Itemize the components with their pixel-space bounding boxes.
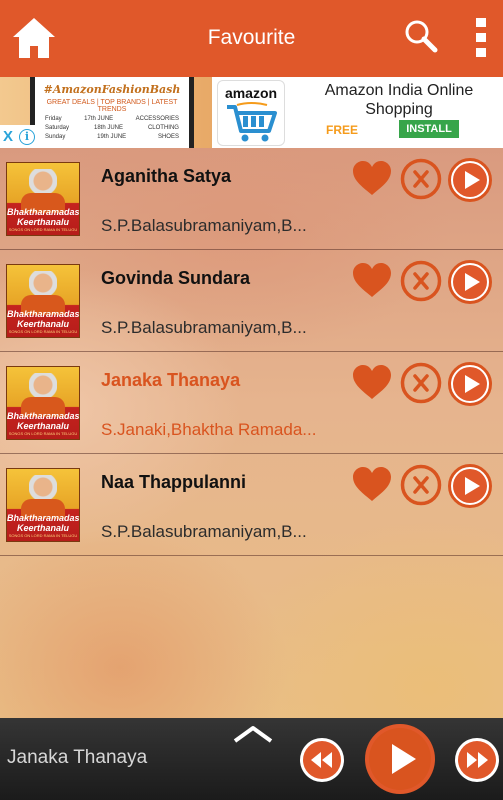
ad-install-button[interactable]: INSTALL [399, 120, 459, 138]
list-item[interactable]: Bhaktharamadasu Keerthanalu SONGS ON LORD… [0, 352, 503, 454]
ad-poster-row: Friday 17th JUNE ACCESSORIES [35, 116, 189, 122]
more-vert-icon [476, 18, 486, 57]
ad-close-icon[interactable]: X [3, 128, 13, 145]
ad-row-category: SHOES [157, 134, 179, 140]
overflow-menu-button[interactable] [473, 16, 489, 58]
song-title: Janaka Thanaya [101, 370, 241, 390]
list-item[interactable]: Bhaktharamadasu Keerthanalu SONGS ON LORD… [0, 250, 503, 352]
search-icon [405, 20, 438, 53]
ad-row-date: 19th JUNE [97, 134, 127, 140]
ad-poster-subtitle: GREAT DEALS | TOP BRANDS | LATEST TRENDS [46, 99, 178, 113]
album-art-title: Bhaktharamadasu Keerthanalu [7, 513, 80, 533]
fast-forward-icon[interactable] [454, 737, 500, 783]
shopping-cart-icon [227, 102, 277, 142]
remove-icon[interactable] [400, 158, 442, 200]
ad-row-date: 18th JUNE [93, 125, 123, 131]
song-artist: S.P.Balasubramaniyam,B... [101, 318, 307, 337]
album-art: Bhaktharamadasu Keerthanalu SONGS ON LORD… [6, 468, 80, 542]
ad-row-category: ACCESSORIES [135, 116, 179, 122]
search-button[interactable] [403, 18, 439, 54]
app-header: Favourite [0, 0, 503, 77]
play-icon[interactable] [448, 158, 492, 202]
song-artist: S.P.Balasubramaniyam,B... [101, 216, 307, 235]
amazon-logo-word: amazon [224, 85, 278, 101]
favourite-heart-icon[interactable] [352, 262, 392, 298]
ad-price-label: FREE [326, 123, 359, 137]
play-pause-icon[interactable] [364, 723, 436, 795]
album-art-tagline: SONGS ON LORD RAMA IN TELUGU [8, 329, 78, 334]
remove-icon[interactable] [400, 260, 442, 302]
ad-row-day: Sunday [45, 134, 66, 140]
remove-icon[interactable] [400, 362, 442, 404]
play-icon[interactable] [448, 362, 492, 406]
album-art-title: Bhaktharamadasu Keerthanalu [7, 207, 80, 227]
amazon-logo: amazon [217, 80, 285, 146]
song-title: Aganitha Satya [101, 166, 232, 186]
album-art-tagline: SONGS ON LORD RAMA IN TELUGU [8, 431, 78, 436]
rewind-icon[interactable] [299, 737, 345, 783]
ad-row-category: CLOTHING [147, 125, 179, 131]
song-artist: S.P.Balasubramaniyam,B... [101, 522, 307, 541]
play-icon[interactable] [448, 464, 492, 508]
favourite-heart-icon[interactable] [352, 466, 392, 502]
ad-poster: #AmazonFashionBash GREAT DEALS | TOP BRA… [30, 77, 194, 148]
ad-title: Amazon India Online Shopping [324, 82, 474, 118]
ad-info-icon[interactable]: i [19, 128, 36, 145]
song-artist: S.Janaki,Bhaktha Ramada... [101, 420, 317, 439]
ad-row-date: 17th JUNE [84, 116, 114, 122]
album-art-title: Bhaktharamadasu Keerthanalu [7, 411, 80, 431]
remove-icon[interactable] [400, 464, 442, 506]
album-art-tagline: SONGS ON LORD RAMA IN TELUGU [8, 533, 78, 538]
chevron-up-icon[interactable] [232, 724, 274, 744]
play-icon[interactable] [448, 260, 492, 304]
ad-row-day: Friday [45, 116, 62, 122]
song-title: Naa Thappulanni [101, 472, 247, 492]
album-art-title: Bhaktharamadasu Keerthanalu [7, 309, 80, 329]
ad-banner[interactable]: #AmazonFashionBash GREAT DEALS | TOP BRA… [0, 77, 503, 148]
ad-poster-row: Sunday 19th JUNE SHOES [35, 134, 189, 140]
ad-row-day: Saturday [45, 125, 70, 131]
ad-choices[interactable]: X i [0, 125, 44, 148]
album-art: Bhaktharamadasu Keerthanalu SONGS ON LORD… [6, 264, 80, 338]
mini-player: Janaka Thanaya [0, 718, 503, 800]
ad-poster-row: Saturday 18th JUNE CLOTHING [35, 125, 189, 131]
favourite-heart-icon[interactable] [352, 364, 392, 400]
album-art-tagline: SONGS ON LORD RAMA IN TELUGU [8, 227, 78, 232]
album-art: Bhaktharamadasu Keerthanalu SONGS ON LORD… [6, 162, 80, 236]
list-item[interactable]: Bhaktharamadasu Keerthanalu SONGS ON LORD… [0, 454, 503, 556]
ad-text: Amazon India Online Shopping [295, 81, 503, 119]
list-item[interactable]: Bhaktharamadasu Keerthanalu SONGS ON LORD… [0, 148, 503, 250]
favourite-heart-icon[interactable] [352, 160, 392, 196]
ad-poster-brand: #AmazonFashionBash [43, 83, 181, 96]
favourite-list: Bhaktharamadasu Keerthanalu SONGS ON LORD… [0, 148, 503, 556]
now-playing-title: Janaka Thanaya [7, 747, 148, 768]
song-title: Govinda Sundara [101, 268, 251, 288]
album-art: Bhaktharamadasu Keerthanalu SONGS ON LORD… [6, 366, 80, 440]
